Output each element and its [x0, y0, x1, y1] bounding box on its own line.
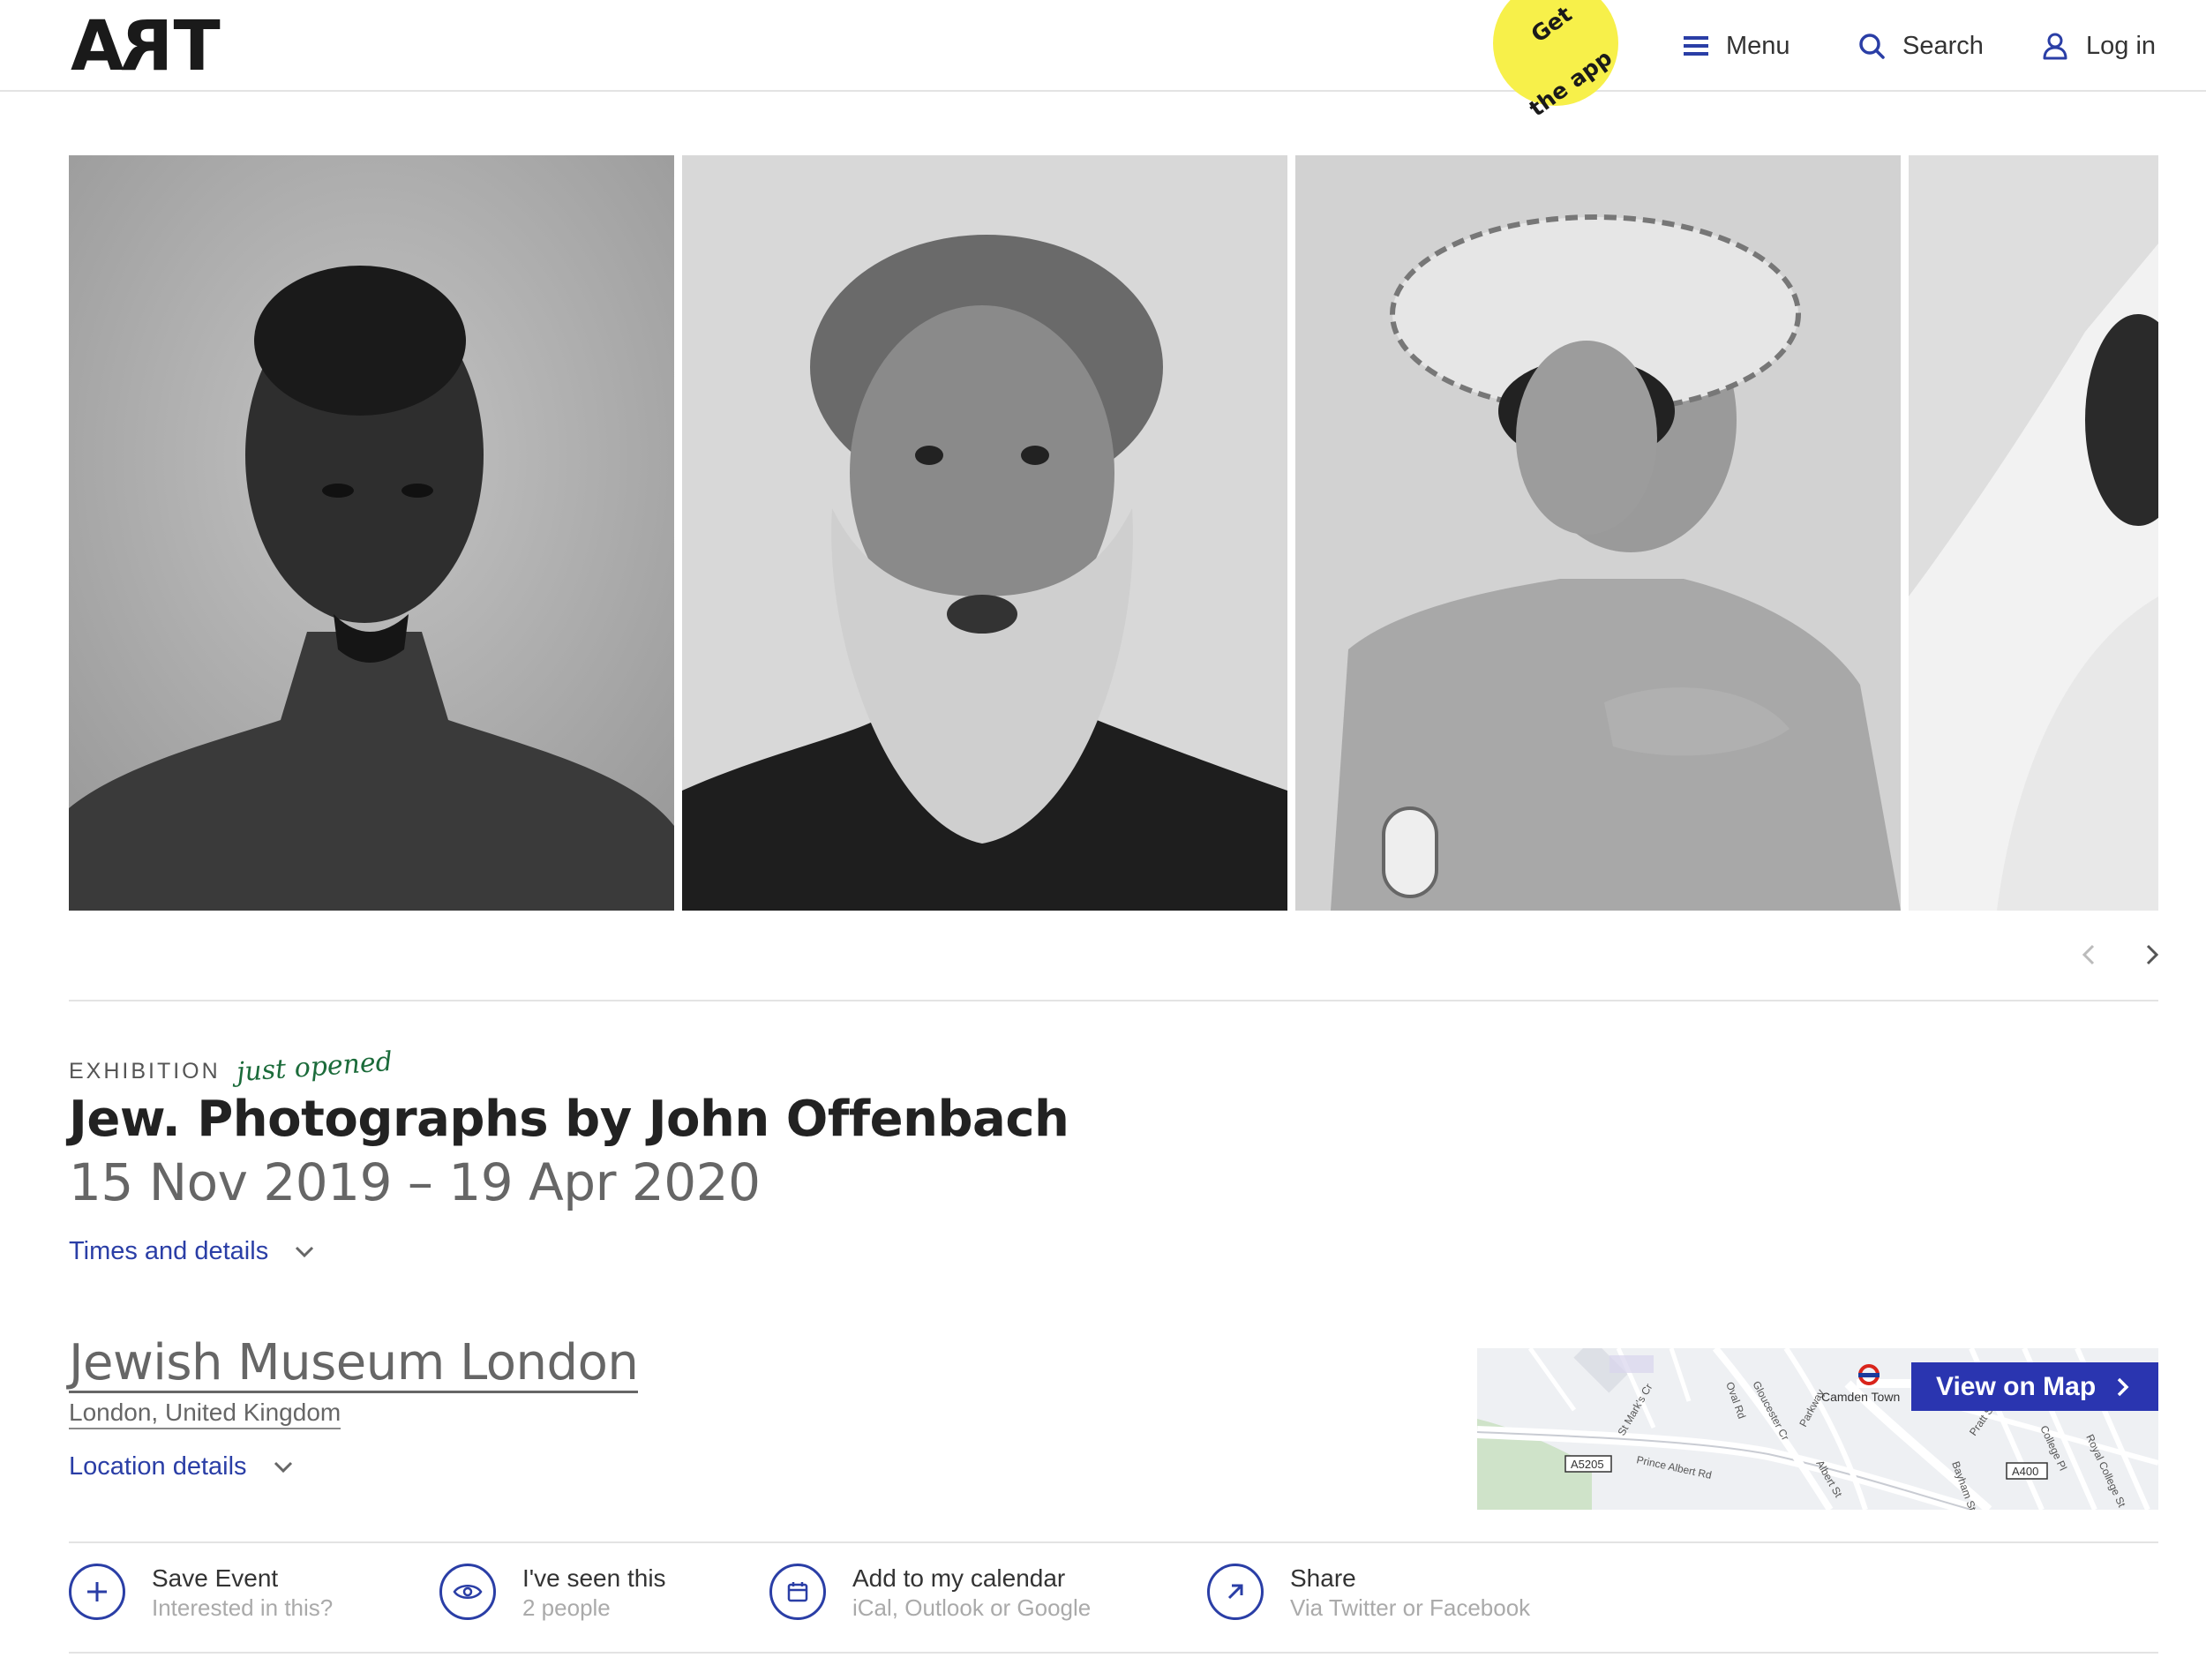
map-label-a5205: A5205 — [1571, 1458, 1604, 1471]
gallery-next-arrow-icon[interactable] — [2137, 941, 2165, 969]
gallery-photo-1[interactable] — [69, 155, 674, 911]
divider-actions-bottom — [69, 1652, 2158, 1654]
times-link-label: Times and details — [69, 1237, 269, 1265]
user-icon — [2043, 33, 2067, 60]
add-to-calendar-title: Add to my calendar — [852, 1564, 1066, 1592]
seen-this-action[interactable]: I've seen this 2 people — [439, 1564, 666, 1625]
share-title: Share — [1290, 1564, 1356, 1592]
save-event-action[interactable]: Save Event Interested in this? — [69, 1564, 333, 1625]
share-action[interactable]: Share Via Twitter or Facebook — [1207, 1564, 1530, 1625]
plus-icon — [69, 1564, 125, 1620]
chevron-down-icon — [296, 1246, 314, 1257]
add-to-calendar-action[interactable]: Add to my calendar iCal, Outlook or Goog… — [769, 1564, 1091, 1625]
search-label: Search — [1902, 31, 1984, 60]
event-status-tag: just opened — [235, 1046, 394, 1089]
login-label: Log in — [2086, 31, 2157, 60]
calendar-icon — [769, 1564, 826, 1620]
eye-icon — [439, 1564, 496, 1620]
event-dates: 15 Nov 2019 – 19 Apr 2020 — [69, 1152, 761, 1212]
chevron-down-icon — [274, 1461, 292, 1473]
seen-this-title: I've seen this — [522, 1564, 666, 1592]
add-to-calendar-subtitle: iCal, Outlook or Google — [852, 1594, 1092, 1621]
view-on-map-label: View on Map — [1936, 1371, 2097, 1401]
save-event-title: Save Event — [152, 1564, 279, 1592]
event-type-label: EXHIBITION — [69, 1059, 221, 1084]
login-button[interactable]: Log in — [2042, 26, 2156, 65]
gallery-photo-3[interactable] — [1295, 155, 1901, 911]
map-label-camden: Camden Town — [1821, 1390, 1900, 1404]
location-details-toggle[interactable]: Location details — [69, 1452, 293, 1481]
view-on-map-button[interactable]: View on Map — [1911, 1362, 2158, 1411]
search-icon — [1859, 34, 1885, 59]
share-subtitle: Via Twitter or Facebook — [1290, 1594, 1531, 1621]
hamburger-icon — [1684, 36, 1708, 56]
search-button[interactable]: Search — [1858, 26, 1984, 65]
gallery-photo-2[interactable] — [682, 155, 1287, 911]
location-link-label: Location details — [69, 1452, 247, 1481]
get-the-app-badge[interactable]: Get the app — [1493, 0, 1618, 122]
share-arrow-icon — [1207, 1564, 1264, 1620]
site-logo[interactable]: ART — [71, 7, 221, 86]
menu-label: Menu — [1726, 31, 1790, 60]
seen-this-subtitle: 2 people — [522, 1594, 611, 1621]
venue-name-link[interactable]: Jewish Museum London — [69, 1336, 639, 1393]
divider-actions-top — [69, 1541, 2158, 1543]
save-event-subtitle: Interested in this? — [152, 1594, 334, 1621]
divider-top — [69, 1000, 2158, 1001]
menu-button[interactable]: Menu — [1684, 26, 1790, 65]
map-label-a400: A400 — [2012, 1465, 2038, 1478]
site-header: ART Get the app Menu Search Log in — [0, 0, 2206, 122]
photo-gallery[interactable] — [69, 155, 2158, 911]
times-and-details-toggle[interactable]: Times and details — [69, 1237, 314, 1266]
event-title: Jew. Photographs by John Offenbach — [69, 1091, 1069, 1148]
chevron-right-icon — [2117, 1377, 2129, 1396]
venue-location-link[interactable]: London, United Kingdom — [69, 1398, 341, 1429]
gallery-photo-4[interactable] — [1909, 155, 2158, 911]
gallery-prev-arrow-icon[interactable] — [2075, 941, 2104, 969]
